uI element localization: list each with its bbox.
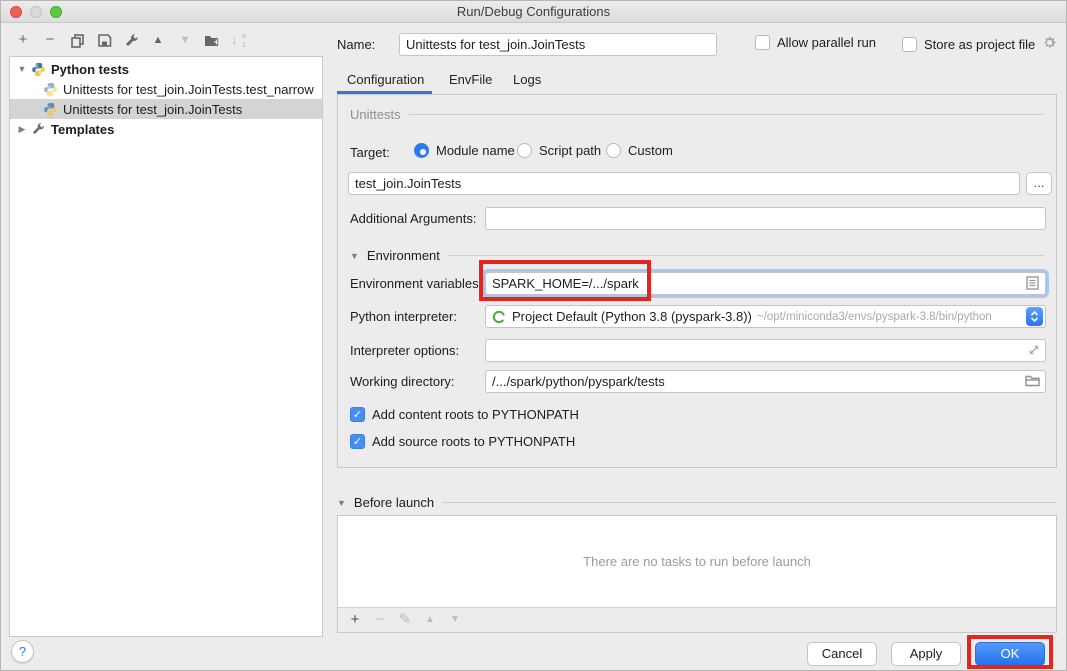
edit-environment-variables-icon[interactable] [1026, 276, 1051, 293]
minimize-window-button[interactable] [30, 6, 42, 18]
radio-icon[interactable] [606, 143, 621, 158]
unittests-panel: Unittests Target: Module name Script pat… [337, 94, 1057, 468]
save-configuration-icon[interactable] [96, 32, 112, 48]
expander-open-icon[interactable]: ▼ [16, 64, 28, 74]
move-task-up-icon[interactable]: ▲ [422, 612, 438, 628]
add-content-roots-label: Add content roots to PYTHONPATH [372, 407, 579, 422]
expand-field-icon[interactable] [1028, 344, 1051, 359]
radio-selected-icon[interactable] [414, 143, 429, 158]
working-directory-label: Working directory: [350, 374, 455, 389]
store-as-project-file-checkbox[interactable] [902, 37, 917, 52]
expander-closed-icon[interactable]: ▶ [16, 124, 28, 135]
python-interpreter-select[interactable]: Project Default (Python 3.8 (pyspark-3.8… [485, 305, 1046, 328]
dropdown-stepper-icon[interactable] [1026, 307, 1043, 326]
tab-configuration[interactable]: Configuration [347, 72, 424, 87]
unittests-section-separator: Unittests [350, 107, 1044, 122]
target-label: Target: [350, 145, 390, 160]
python-icon [31, 62, 46, 77]
tab-envfile[interactable]: EnvFile [449, 72, 492, 87]
gear-icon[interactable] [1042, 35, 1057, 53]
collapse-arrow-icon[interactable]: ▼ [337, 498, 346, 508]
window-title: Run/Debug Configurations [457, 4, 610, 19]
remove-task-icon[interactable]: − [372, 612, 388, 628]
environment-section-title: Environment [367, 248, 440, 263]
configurations-toolbar: + − ▲ ▼ ↓ a z [15, 32, 247, 48]
add-task-icon[interactable]: + [347, 612, 363, 628]
target-input[interactable] [348, 172, 1020, 195]
store-as-project-file-row: Store as project file [902, 35, 1057, 53]
move-up-icon[interactable]: ▲ [150, 32, 166, 48]
additional-arguments-input[interactable] [485, 207, 1046, 230]
environment-variables-label: Environment variables: [350, 276, 482, 291]
working-directory-input[interactable] [485, 370, 1046, 393]
target-custom-label: Custom [628, 143, 673, 158]
allow-parallel-run-row: Allow parallel run [755, 35, 876, 50]
add-configuration-icon[interactable]: + [15, 32, 31, 48]
move-task-down-icon[interactable]: ▼ [447, 612, 463, 628]
allow-parallel-run-checkbox[interactable] [755, 35, 770, 50]
new-folder-icon[interactable] [204, 32, 220, 48]
additional-arguments-label: Additional Arguments: [350, 211, 476, 226]
tab-logs[interactable]: Logs [513, 72, 541, 87]
target-option-script-path[interactable]: Script path [517, 143, 601, 158]
tree-item-label: Unittests for test_join.JoinTests.test_n… [63, 82, 314, 97]
remove-configuration-icon[interactable]: − [42, 32, 58, 48]
add-content-roots-checkbox[interactable]: ✓ [350, 407, 365, 422]
python-interpreter-label: Python interpreter: [350, 309, 457, 324]
tree-item-label: Python tests [51, 62, 129, 77]
target-option-custom[interactable]: Custom [606, 143, 673, 158]
apply-button[interactable]: Apply [891, 642, 961, 666]
run-debug-configurations-dialog: Run/Debug Configurations + − ▲ ▼ ↓ a z ▼ [0, 0, 1067, 671]
python-test-icon [43, 82, 58, 97]
tree-item-test-narrow[interactable]: Unittests for test_join.JoinTests.test_n… [10, 79, 322, 99]
sort-configurations-icon[interactable]: ↓ a z [231, 32, 247, 48]
environment-section-separator[interactable]: ▼ Environment [350, 248, 1044, 263]
edit-templates-icon[interactable] [123, 32, 139, 48]
interpreter-options-input[interactable] [485, 339, 1046, 362]
tree-item-python-tests[interactable]: ▼ Python tests [10, 59, 322, 79]
add-source-roots-label: Add source roots to PYTHONPATH [372, 434, 575, 449]
wrench-icon [31, 122, 46, 137]
allow-parallel-run-label: Allow parallel run [777, 35, 876, 50]
ok-button[interactable]: OK [975, 642, 1045, 666]
unittests-section-title: Unittests [350, 107, 401, 122]
browse-folder-icon[interactable] [1025, 375, 1051, 390]
radio-icon[interactable] [517, 143, 532, 158]
store-as-project-file-label: Store as project file [924, 37, 1035, 52]
add-content-roots-row: ✓ Add content roots to PYTHONPATH [350, 407, 579, 422]
target-script-path-label: Script path [539, 143, 601, 158]
python-test-icon [43, 102, 58, 117]
before-launch-separator[interactable]: ▼ Before launch [337, 495, 1057, 510]
environment-variables-input[interactable] [485, 272, 1046, 295]
before-launch-empty-message: There are no tasks to run before launch [338, 554, 1056, 569]
before-launch-toolbar: + − ✎ ▲ ▼ [338, 607, 1056, 632]
name-label: Name: [337, 37, 375, 52]
python-interpreter-value: Project Default (Python 3.8 (pyspark-3.8… [512, 309, 752, 324]
name-input[interactable] [399, 33, 717, 56]
cancel-button[interactable]: Cancel [807, 642, 877, 666]
tree-item-jointests-selected[interactable]: Unittests for test_join.JoinTests [10, 99, 322, 119]
configurations-tree: ▼ Python tests Unittests for test_join.J… [9, 56, 323, 637]
copy-configuration-icon[interactable] [69, 32, 85, 48]
target-module-name-label: Module name [436, 143, 515, 158]
help-button[interactable]: ? [11, 640, 34, 663]
close-window-button[interactable] [10, 6, 22, 18]
browse-target-button[interactable]: ... [1026, 172, 1052, 195]
before-launch-panel: There are no tasks to run before launch … [337, 515, 1057, 633]
move-down-icon[interactable]: ▼ [177, 32, 193, 48]
tree-item-label: Templates [51, 122, 114, 137]
title-bar[interactable]: Run/Debug Configurations [1, 1, 1066, 23]
edit-task-icon[interactable]: ✎ [397, 612, 413, 628]
zoom-window-button[interactable] [50, 6, 62, 18]
collapse-arrow-icon[interactable]: ▼ [350, 251, 359, 261]
tree-item-label: Unittests for test_join.JoinTests [63, 102, 242, 117]
target-option-module-name[interactable]: Module name [414, 143, 515, 158]
interpreter-options-label: Interpreter options: [350, 343, 459, 358]
add-source-roots-checkbox[interactable]: ✓ [350, 434, 365, 449]
tree-item-templates[interactable]: ▶ Templates [10, 119, 322, 139]
python-interpreter-path: ~/opt/miniconda3/envs/pyspark-3.8/bin/py… [757, 311, 992, 323]
add-source-roots-row: ✓ Add source roots to PYTHONPATH [350, 434, 575, 449]
conda-environment-icon [492, 310, 506, 324]
before-launch-title: Before launch [354, 495, 434, 510]
